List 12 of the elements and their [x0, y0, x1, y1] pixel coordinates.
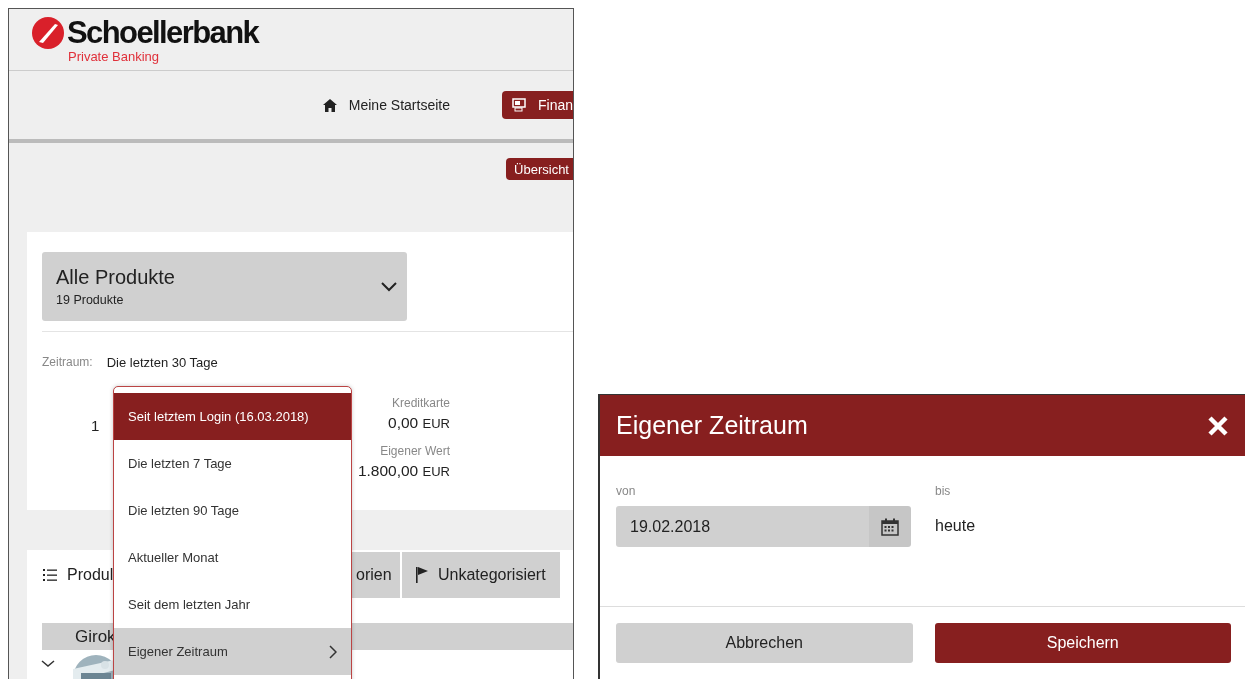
logo-tagline: Private Banking — [68, 49, 161, 64]
amount-value: 1 — [91, 417, 100, 434]
amount-label: Kreditkarte — [390, 396, 450, 410]
date-value: heute — [935, 517, 976, 535]
field-label: von — [616, 484, 637, 498]
dialog-title: Eigener Zeitraum — [616, 411, 808, 440]
amount-label: Eigener Wert — [379, 444, 450, 458]
bank-logo-name: Schoellerbank — [67, 16, 259, 49]
amount-value: 1.800,00 EUR — [357, 462, 450, 480]
amount-value: 0,00 EUR — [387, 414, 450, 432]
field-label: bis — [935, 484, 952, 498]
period-label: Zeitraum: — [42, 355, 93, 370]
